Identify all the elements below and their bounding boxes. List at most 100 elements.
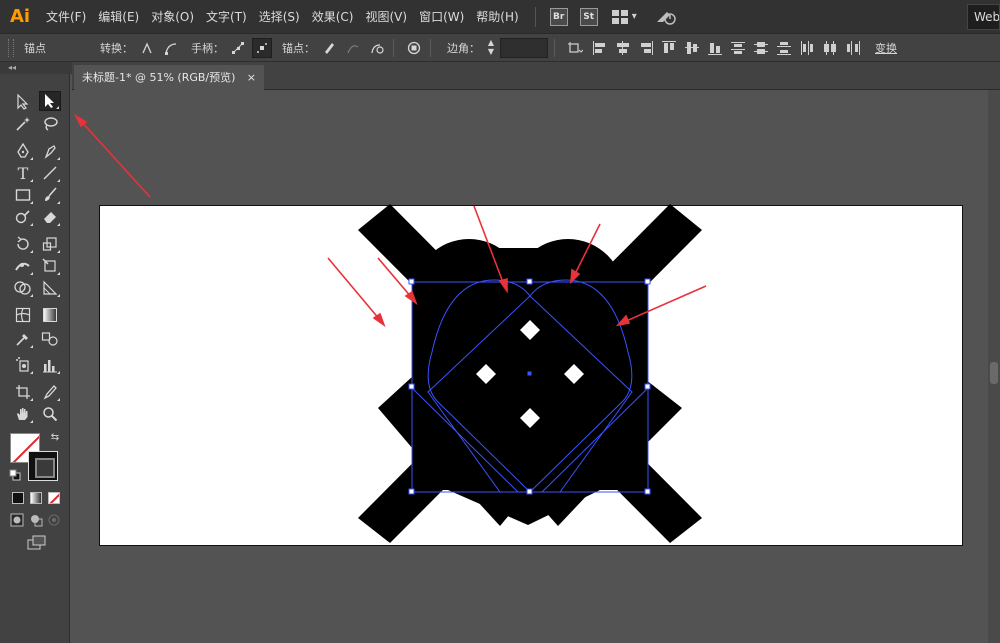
distribute-left-icon[interactable] xyxy=(799,40,815,56)
menu-help[interactable]: 帮助(H) xyxy=(470,0,524,34)
align-top-icon[interactable] xyxy=(661,40,677,56)
magic-wand-tool-icon[interactable] xyxy=(12,114,34,134)
none-mode-icon[interactable] xyxy=(48,492,60,504)
lasso-tool-icon[interactable] xyxy=(39,114,61,134)
center-body[interactable] xyxy=(412,280,648,490)
mesh-tool-icon[interactable] xyxy=(12,305,34,325)
type-tool-icon[interactable]: T xyxy=(12,163,34,183)
rectangle-tool-icon[interactable] xyxy=(12,185,34,205)
blend-tool-icon[interactable] xyxy=(39,329,61,349)
vertical-scroll-thumb[interactable] xyxy=(990,362,998,384)
width-tool-icon[interactable] xyxy=(12,256,34,276)
align-right-icon[interactable] xyxy=(638,40,654,56)
pen-tool-icon[interactable] xyxy=(12,141,34,161)
curvature-tool-icon[interactable] xyxy=(39,141,61,161)
draw-behind-icon[interactable] xyxy=(28,512,44,528)
menu-view[interactable]: 视图(V) xyxy=(359,0,413,34)
ai-logo: Ai xyxy=(9,6,31,27)
align-bottom-icon[interactable] xyxy=(707,40,723,56)
free-transform-tool-icon[interactable] xyxy=(39,256,61,276)
corner-stepper-icon[interactable]: ▲ ▼ xyxy=(484,38,498,58)
remove-anchor-icon[interactable] xyxy=(319,38,339,58)
scale-tool-icon[interactable] xyxy=(39,234,61,254)
anchors-label: 锚点： xyxy=(282,41,315,55)
handle-bottom-right[interactable] xyxy=(644,488,651,495)
menu-effect[interactable]: 效果(C) xyxy=(306,0,360,34)
handle-top-right[interactable] xyxy=(644,278,651,285)
draw-normal-icon[interactable] xyxy=(9,512,25,528)
shape-builder-tool-icon[interactable] xyxy=(12,278,34,298)
hand-tool-icon[interactable] xyxy=(12,404,34,424)
handle-middle-left[interactable] xyxy=(408,383,415,390)
artwork-layer[interactable] xyxy=(72,90,988,643)
symbol-sprayer-tool-icon[interactable] xyxy=(12,355,34,375)
workspace-switcher[interactable]: Web xyxy=(967,4,1000,30)
zoom-tool-icon[interactable] xyxy=(39,404,61,424)
document-tab[interactable]: 未标题-1* @ 51% (RGB/预览) × xyxy=(74,65,264,90)
menu-object[interactable]: 对象(O) xyxy=(145,0,200,34)
distribute-center-h-icon[interactable] xyxy=(822,40,838,56)
distribute-bottom-icon[interactable] xyxy=(776,40,792,56)
eraser-tool-icon[interactable] xyxy=(39,207,61,227)
control-bar-grip[interactable] xyxy=(8,38,14,57)
gpu-performance-icon[interactable] xyxy=(655,8,677,26)
handle-top-left[interactable] xyxy=(408,278,415,285)
convert-label: 转换： xyxy=(100,41,133,55)
gradient-mode-icon[interactable] xyxy=(30,492,42,504)
menu-select[interactable]: 选择(S) xyxy=(253,0,306,34)
color-mode-icon[interactable] xyxy=(12,492,24,504)
distribute-center-v-icon[interactable] xyxy=(753,40,769,56)
arrange-documents-icon[interactable] xyxy=(611,9,628,24)
menu-file[interactable]: 文件(F) xyxy=(40,0,92,34)
close-tab-icon[interactable]: × xyxy=(247,65,256,90)
align-to-icon[interactable] xyxy=(565,38,585,58)
transform-button[interactable]: 变换 xyxy=(875,40,897,56)
stock-button[interactable]: St xyxy=(579,7,598,26)
distribute-right-icon[interactable] xyxy=(845,40,861,56)
align-left-icon[interactable] xyxy=(592,40,608,56)
draw-inside-icon[interactable] xyxy=(46,512,62,528)
chevron-down-icon[interactable]: ▾ xyxy=(632,11,637,22)
direct-selection-tool-icon[interactable] xyxy=(12,92,34,112)
default-fill-stroke-icon[interactable] xyxy=(8,468,22,482)
gradient-tool-icon[interactable] xyxy=(39,305,61,325)
convert-to-corner-icon[interactable] xyxy=(137,38,157,58)
line-tool-icon[interactable] xyxy=(39,163,61,183)
corner-radius-field[interactable] xyxy=(500,37,548,58)
cut-path-icon[interactable] xyxy=(367,38,387,58)
artboard-tool-icon[interactable] xyxy=(12,382,34,402)
stroke-swatch[interactable] xyxy=(28,451,58,481)
isolate-object-icon[interactable] xyxy=(404,38,424,58)
bridge-button[interactable]: Br xyxy=(549,7,568,26)
panel-collapse-icon[interactable]: ◂◂ xyxy=(0,62,72,74)
selection-tool-icon[interactable] xyxy=(39,91,61,111)
column-graph-tool-icon[interactable] xyxy=(39,355,61,375)
menu-window[interactable]: 窗口(W) xyxy=(413,0,470,34)
connect-anchors-icon[interactable] xyxy=(343,38,363,58)
eyedropper-tool-icon[interactable] xyxy=(12,329,34,349)
handle-bottom-center[interactable] xyxy=(526,488,533,495)
canvas-area[interactable] xyxy=(72,90,988,643)
vertical-scrollbar[interactable] xyxy=(988,90,1000,643)
convert-to-smooth-icon[interactable] xyxy=(161,38,181,58)
menu-edit[interactable]: 编辑(E) xyxy=(92,0,145,34)
menu-type[interactable]: 文字(T) xyxy=(200,0,253,34)
handle-bottom-left[interactable] xyxy=(408,488,415,495)
hide-handles-icon[interactable] xyxy=(252,37,272,58)
shaper-tool-icon[interactable] xyxy=(12,207,34,227)
handle-middle-right[interactable] xyxy=(644,383,651,390)
perspective-grid-tool-icon[interactable] xyxy=(39,278,61,298)
menu-bar: Ai 文件(F) 编辑(E) 对象(O) 文字(T) 选择(S) 效果(C) 视… xyxy=(0,0,1000,34)
align-center-v-icon[interactable] xyxy=(684,40,700,56)
slice-tool-icon[interactable] xyxy=(39,382,61,402)
center-point xyxy=(527,371,532,376)
swap-fill-stroke-icon[interactable]: ⇆ xyxy=(48,430,62,444)
rotate-tool-icon[interactable] xyxy=(12,234,34,254)
align-center-h-icon[interactable] xyxy=(615,40,631,56)
menu-divider xyxy=(534,6,536,27)
show-handles-icon[interactable] xyxy=(228,38,248,58)
paintbrush-tool-icon[interactable] xyxy=(39,185,61,205)
distribute-top-icon[interactable] xyxy=(730,40,746,56)
handle-top-center[interactable] xyxy=(526,278,533,285)
screen-mode-icon[interactable] xyxy=(26,534,48,552)
